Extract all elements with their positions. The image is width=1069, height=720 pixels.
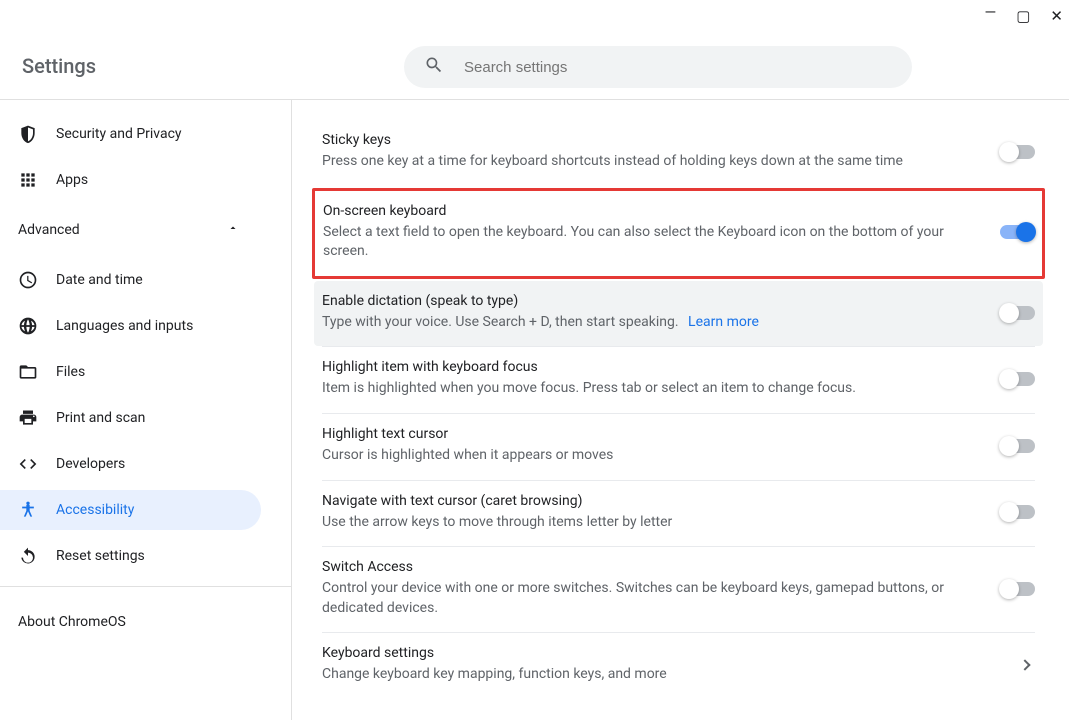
page-title: Settings <box>0 54 96 78</box>
toggle-on-screen-keyboard[interactable] <box>1000 225 1034 239</box>
sidebar-item-reset[interactable]: Reset settings <box>0 536 261 576</box>
header: Settings <box>0 32 1069 100</box>
setting-description: Select a text field to open the keyboard… <box>323 223 980 262</box>
setting-on-screen-keyboard: On-screen keyboard Select a text field t… <box>312 188 1045 279</box>
learn-more-link[interactable]: Learn more <box>688 314 759 330</box>
main-content: Sticky keys Press one key at a time for … <box>292 100 1069 720</box>
sidebar-divider <box>0 586 291 587</box>
minimize-button[interactable]: — <box>985 3 997 21</box>
setting-highlight-focus: Highlight item with keyboard focus Item … <box>322 346 1035 413</box>
setting-description: Change keyboard key mapping, function ke… <box>322 665 1001 685</box>
close-button[interactable]: ✕ <box>1050 7 1063 25</box>
toggle-sticky-keys[interactable] <box>1001 145 1035 159</box>
sidebar-item-label: Security and Privacy <box>56 126 182 142</box>
setting-caret-browsing: Navigate with text cursor (caret browsin… <box>322 480 1035 547</box>
toggle-dictation[interactable] <box>1001 306 1035 320</box>
setting-title: Navigate with text cursor (caret browsin… <box>322 493 981 509</box>
setting-description: Press one key at a time for keyboard sho… <box>322 152 981 172</box>
setting-title: Highlight text cursor <box>322 426 981 442</box>
reset-icon <box>18 546 38 566</box>
sidebar-advanced-label: Advanced <box>18 222 80 238</box>
printer-icon <box>18 408 38 428</box>
setting-title: Highlight item with keyboard focus <box>322 359 981 375</box>
setting-description: Use the arrow keys to move through items… <box>322 513 981 533</box>
folder-icon <box>18 362 38 382</box>
sidebar-about-label: About ChromeOS <box>18 614 126 630</box>
setting-switch-access: Switch Access Control your device with o… <box>322 546 1035 632</box>
setting-description: Type with your voice. Use Search + D, th… <box>322 313 981 333</box>
sidebar-advanced-toggle[interactable]: Advanced <box>0 210 261 250</box>
maximize-button[interactable]: ▢ <box>1016 7 1030 25</box>
sidebar-about[interactable]: About ChromeOS <box>0 593 261 633</box>
chevron-up-icon <box>227 222 239 238</box>
setting-title: Sticky keys <box>322 132 981 148</box>
sidebar-item-label: Print and scan <box>56 410 145 426</box>
shield-icon <box>18 124 38 144</box>
apps-icon <box>18 170 38 190</box>
sidebar-item-label: Date and time <box>56 272 143 288</box>
setting-keyboard-settings[interactable]: Keyboard settings Change keyboard key ma… <box>322 632 1035 699</box>
sidebar-item-security[interactable]: Security and Privacy <box>0 114 261 154</box>
sidebar-item-label: Apps <box>56 172 88 188</box>
setting-title: Keyboard settings <box>322 645 1001 661</box>
sidebar-item-accessibility[interactable]: Accessibility <box>0 490 261 530</box>
sidebar-item-developers[interactable]: Developers <box>0 444 261 484</box>
search-icon <box>424 55 444 79</box>
sidebar-item-languages[interactable]: Languages and inputs <box>0 306 261 346</box>
setting-title: On-screen keyboard <box>323 203 980 219</box>
sidebar-item-date-time[interactable]: Date and time <box>0 260 261 300</box>
chevron-right-icon <box>1019 659 1030 670</box>
setting-description: Cursor is highlighted when it appears or… <box>322 446 981 466</box>
sidebar-item-label: Accessibility <box>56 502 134 518</box>
sidebar-item-label: Developers <box>56 456 125 472</box>
sidebar-item-apps[interactable]: Apps <box>0 160 261 200</box>
setting-sticky-keys: Sticky keys Press one key at a time for … <box>322 120 1035 186</box>
window-controls: — ▢ ✕ <box>985 0 1063 32</box>
globe-icon <box>18 316 38 336</box>
sidebar-item-label: Files <box>56 364 85 380</box>
accessibility-icon <box>18 500 38 520</box>
sidebar-item-label: Languages and inputs <box>56 318 193 334</box>
sidebar-item-files[interactable]: Files <box>0 352 261 392</box>
search-bar[interactable] <box>404 46 912 88</box>
setting-description: Control your device with one or more swi… <box>322 579 981 618</box>
toggle-highlight-cursor[interactable] <box>1001 439 1035 453</box>
toggle-caret-browsing[interactable] <box>1001 505 1035 519</box>
clock-icon <box>18 270 38 290</box>
sidebar: Security and Privacy Apps Advanced Date … <box>0 100 292 720</box>
toggle-highlight-focus[interactable] <box>1001 372 1035 386</box>
sidebar-item-label: Reset settings <box>56 548 145 564</box>
setting-dictation: Enable dictation (speak to type) Type wi… <box>314 281 1043 347</box>
sidebar-item-print[interactable]: Print and scan <box>0 398 261 438</box>
setting-highlight-cursor: Highlight text cursor Cursor is highligh… <box>322 413 1035 480</box>
search-input[interactable] <box>464 59 896 76</box>
setting-description: Item is highlighted when you move focus.… <box>322 379 981 399</box>
code-icon <box>18 454 38 474</box>
setting-title: Switch Access <box>322 559 981 575</box>
setting-title: Enable dictation (speak to type) <box>322 293 981 309</box>
toggle-switch-access[interactable] <box>1001 582 1035 596</box>
